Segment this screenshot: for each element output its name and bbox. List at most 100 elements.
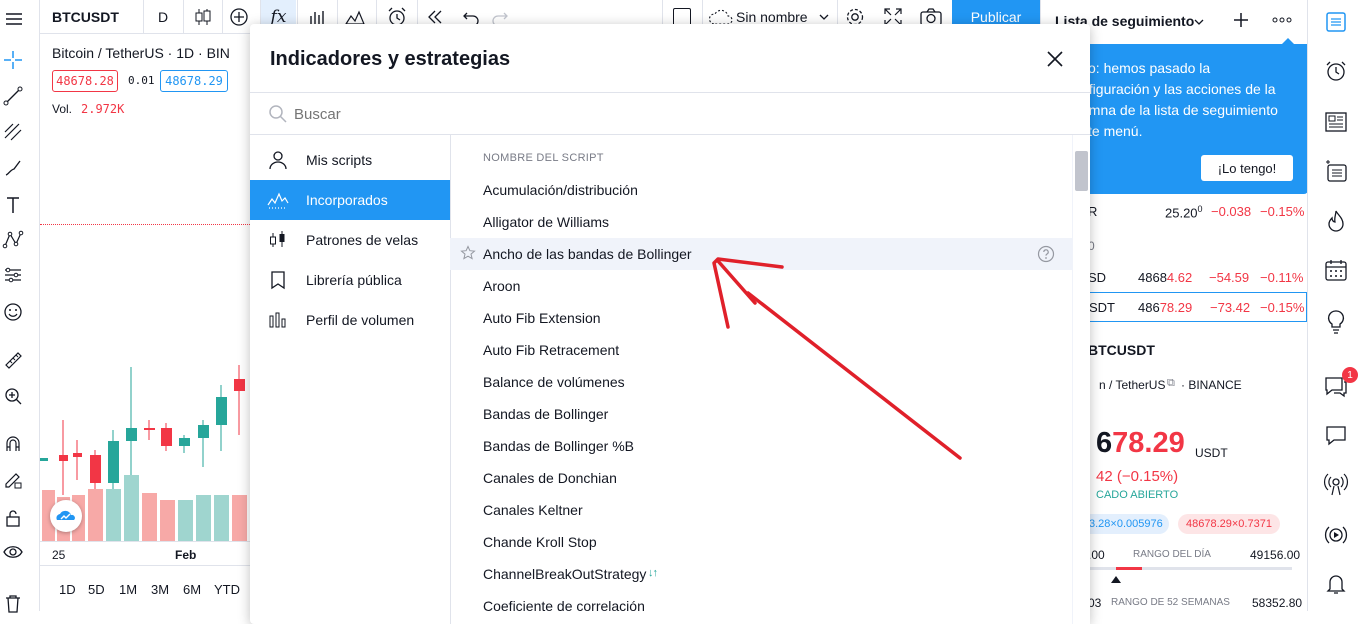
buy-price-button[interactable]: 48678.29 <box>160 70 228 92</box>
builtin-chart-icon <box>250 191 306 209</box>
trend-line-icon[interactable] <box>0 83 26 109</box>
alarm-clock-icon[interactable] <box>1322 57 1350 85</box>
script-name: Canales de Donchian <box>483 470 617 486</box>
script-item[interactable]: Alligator de Williams <box>450 206 1072 238</box>
range-button-6m[interactable]: 6M <box>183 582 201 597</box>
detail-exchange: · BINANCE <box>1181 378 1242 392</box>
left-drawing-toolbar <box>0 0 40 613</box>
candle <box>179 438 190 446</box>
day-range-low: .00 <box>1088 548 1105 562</box>
script-name: Bandas de Bollinger <box>483 406 609 422</box>
candle <box>198 425 209 438</box>
volume-label: Vol. <box>52 102 73 116</box>
zoom-in-icon[interactable] <box>0 383 26 409</box>
ruler-icon[interactable] <box>0 347 26 373</box>
fib-tool-icon[interactable] <box>0 119 26 145</box>
lock-drawings-pencil-icon[interactable] <box>0 467 26 493</box>
magnet-icon[interactable] <box>0 431 26 457</box>
script-name: Coeficiente de correlación <box>483 598 645 614</box>
row-change-percent: −0.15% <box>1260 204 1305 219</box>
candle <box>59 455 68 461</box>
calendar-icon[interactable] <box>1322 256 1350 284</box>
script-item[interactable]: Coeficiente de correlación <box>450 590 1072 622</box>
range-bar-border <box>40 565 250 566</box>
favorite-star-icon[interactable] <box>460 245 476 264</box>
script-item[interactable]: Acumulación/distribución <box>450 174 1072 206</box>
row-last: 25.200 <box>1165 204 1203 221</box>
emoji-icon[interactable] <box>0 299 26 325</box>
candle <box>216 397 227 425</box>
hotlists-flame-icon[interactable] <box>1322 207 1350 235</box>
category-label: Librería pública <box>306 272 402 288</box>
tooltip-text-line: ste menú. <box>1081 123 1143 139</box>
script-item[interactable]: Canales Keltner <box>450 494 1072 526</box>
volume-profile-icon <box>250 310 306 330</box>
eye-icon[interactable] <box>0 539 26 565</box>
prediction-tool-icon[interactable] <box>0 262 26 288</box>
script-item[interactable]: Canales de Donchian <box>450 462 1072 494</box>
help-question-icon[interactable] <box>1037 245 1055 266</box>
category-my-scripts[interactable]: Mis scripts <box>250 140 450 180</box>
news-icon[interactable] <box>1322 108 1350 136</box>
category-builtin[interactable]: Incorporados <box>250 180 450 220</box>
search-icon <box>268 104 288 129</box>
pattern-tool-icon[interactable] <box>0 227 26 253</box>
category-candle-patterns[interactable]: Patrones de velas <box>250 220 450 260</box>
category-label: Patrones de velas <box>306 232 419 248</box>
script-item[interactable]: Chande Kroll Stop <box>450 526 1072 558</box>
brush-icon[interactable] <box>0 155 26 181</box>
price-line <box>40 224 250 225</box>
week52-range-low: 03 <box>1088 596 1102 610</box>
crosshair-icon[interactable] <box>0 47 26 73</box>
messages-icon[interactable] <box>1322 421 1350 449</box>
data-window-icon[interactable] <box>1322 157 1350 185</box>
chevron-down-icon[interactable] <box>1193 15 1205 33</box>
candle <box>73 453 82 457</box>
got-it-button[interactable]: ¡Lo tengo! <box>1201 155 1293 181</box>
category-public-library[interactable]: Librería pública <box>250 260 450 300</box>
script-name: ChannelBreakOutStrategy <box>483 566 647 582</box>
range-button-3m[interactable]: 3M <box>151 582 169 597</box>
sell-price-button[interactable]: 48678.28 <box>52 70 118 92</box>
range-button-1d[interactable]: 1D <box>59 582 76 597</box>
bell-icon[interactable] <box>1322 570 1350 598</box>
row-change-percent: −0.15% <box>1260 300 1305 315</box>
menu-icon[interactable] <box>1 6 27 32</box>
watchlist-icon[interactable] <box>1322 8 1350 36</box>
layout-name-button[interactable]: Sin nombre <box>736 9 808 25</box>
ideas-lightbulb-icon[interactable] <box>1322 308 1350 336</box>
range-button-1m[interactable]: 1M <box>119 582 137 597</box>
time-axis-tick: Feb <box>175 548 197 562</box>
more-options-icon[interactable] <box>1271 13 1293 32</box>
script-name: Balance de volúmenes <box>483 374 625 390</box>
symbol-search-button[interactable]: BTCUSDT <box>52 9 119 25</box>
volume-value: 2.972K <box>81 102 125 116</box>
time-axis-border <box>40 541 250 542</box>
lock-icon[interactable] <box>0 505 26 531</box>
external-link-icon[interactable]: ⧉ <box>1167 377 1175 390</box>
close-icon[interactable] <box>1046 50 1064 73</box>
category-volume-profile[interactable]: Perfil de volumen <box>250 300 450 340</box>
scrollbar[interactable] <box>1072 135 1090 624</box>
range-button-ytd[interactable]: YTD <box>214 582 240 597</box>
text-tool-icon[interactable] <box>0 192 26 218</box>
candle-style-icon[interactable] <box>192 6 214 33</box>
streams-broadcast-icon[interactable] <box>1322 470 1350 498</box>
week52-range-high: 58352.80 <box>1252 596 1303 610</box>
range-button-5d[interactable]: 5D <box>88 582 105 597</box>
interval-button[interactable]: D <box>158 9 168 25</box>
annotation-arrow <box>712 257 962 460</box>
detail-currency: USDT <box>1195 446 1228 460</box>
row-change: −73.42 <box>1210 300 1251 315</box>
scrollbar-thumb[interactable] <box>1075 151 1088 191</box>
compare-add-icon[interactable] <box>228 6 250 33</box>
play-stream-icon[interactable] <box>1322 521 1350 549</box>
search-input[interactable] <box>294 102 1054 126</box>
script-name: Canales Keltner <box>483 502 583 518</box>
trash-icon[interactable] <box>0 590 26 616</box>
add-symbol-icon[interactable] <box>1232 11 1250 34</box>
tradingview-logo-icon[interactable] <box>50 500 82 532</box>
script-item[interactable]: ChannelBreakOutStrategy ↓↑ <box>450 558 1072 590</box>
spread-value: 0.01 <box>128 74 155 87</box>
script-name: Ancho de las bandas de Bollinger <box>483 246 692 262</box>
